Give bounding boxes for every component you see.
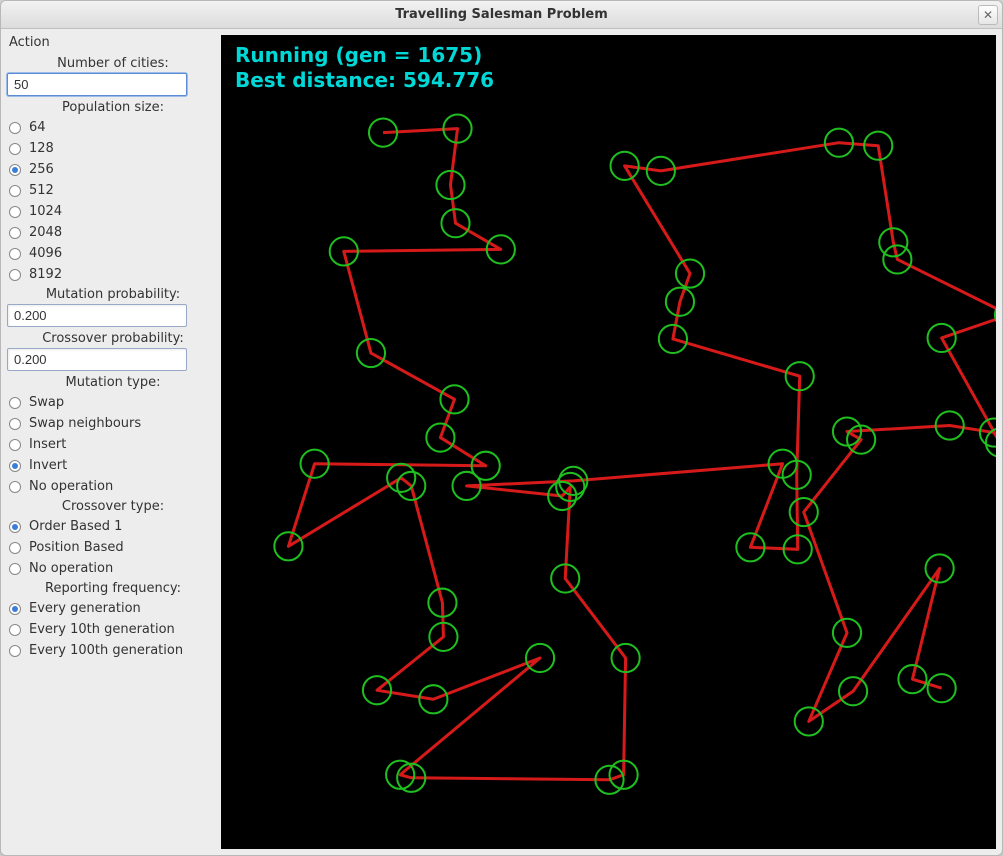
- content-area: Action Number of cities: Population size…: [1, 29, 1002, 855]
- pop-option-label: 64: [29, 120, 46, 135]
- menu-action[interactable]: Action: [7, 33, 219, 54]
- mut-type-invert[interactable]: Invert: [7, 455, 219, 476]
- radio-icon: [9, 418, 21, 430]
- cross-type-order-based-1[interactable]: Order Based 1: [7, 516, 219, 537]
- pop-option-2048[interactable]: 2048: [7, 222, 219, 243]
- radio-icon: [9, 481, 21, 493]
- population-size-group: 64 128 256 512 1024 2048 4096 8192: [7, 117, 219, 285]
- radio-icon: [9, 227, 21, 239]
- cross-type-label: No operation: [29, 561, 113, 576]
- app-window: Travelling Salesman Problem ✕ Action Num…: [0, 0, 1003, 856]
- window-title: Travelling Salesman Problem: [395, 7, 608, 22]
- radio-icon: [9, 521, 21, 533]
- status-line1: Running (gen = 1675): [235, 43, 482, 67]
- radio-icon: [9, 269, 21, 281]
- pop-option-1024[interactable]: 1024: [7, 201, 219, 222]
- report-option-every-10th-generation[interactable]: Every 10th generation: [7, 619, 219, 640]
- radio-icon: [9, 439, 21, 451]
- mut-type-insert[interactable]: Insert: [7, 434, 219, 455]
- radio-icon: [9, 122, 21, 134]
- status-line2: Best distance: 594.776: [235, 68, 494, 92]
- pop-option-label: 1024: [29, 204, 62, 219]
- num-cities-input[interactable]: [7, 73, 187, 96]
- mut-type-swap-neighbours[interactable]: Swap neighbours: [7, 413, 219, 434]
- radio-icon: [9, 206, 21, 218]
- mut-type-swap[interactable]: Swap: [7, 392, 219, 413]
- crossover-type-group: Order Based 1 Position Based No operation: [7, 516, 219, 579]
- mut-type-label: Insert: [29, 437, 66, 452]
- pop-option-label: 256: [29, 162, 54, 177]
- report-option-every-100th-generation[interactable]: Every 100th generation: [7, 640, 219, 661]
- titlebar: Travelling Salesman Problem ✕: [1, 1, 1002, 29]
- pop-option-label: 128: [29, 141, 54, 156]
- pop-option-4096[interactable]: 4096: [7, 243, 219, 264]
- label-pop-size: Population size:: [7, 98, 219, 117]
- radio-icon: [9, 542, 21, 554]
- status-text: Running (gen = 1675) Best distance: 594.…: [235, 43, 494, 93]
- tsp-canvas: Running (gen = 1675) Best distance: 594.…: [221, 35, 996, 849]
- pop-option-label: 4096: [29, 246, 62, 261]
- radio-icon: [9, 624, 21, 636]
- label-mut-type: Mutation type:: [7, 373, 219, 392]
- mutation-prob-input[interactable]: [7, 304, 187, 327]
- radio-icon: [9, 143, 21, 155]
- pop-option-label: 512: [29, 183, 54, 198]
- cross-type-label: Position Based: [29, 540, 124, 555]
- radio-icon: [9, 645, 21, 657]
- pop-option-128[interactable]: 128: [7, 138, 219, 159]
- report-option-every-generation[interactable]: Every generation: [7, 598, 219, 619]
- radio-icon: [9, 460, 21, 472]
- cross-type-label: Order Based 1: [29, 519, 122, 534]
- mut-type-label: Swap: [29, 395, 64, 410]
- report-freq-group: Every generation Every 10th generation Eve…: [7, 598, 219, 661]
- label-cross-prob: Crossover probability:: [7, 329, 219, 348]
- radio-icon: [9, 563, 21, 575]
- pop-option-64[interactable]: 64: [7, 117, 219, 138]
- cross-type-no-operation[interactable]: No operation: [7, 558, 219, 579]
- label-cross-type: Crossover type:: [7, 497, 219, 516]
- tsp-svg: [221, 35, 996, 850]
- label-report-freq: Reporting frequency:: [7, 579, 219, 598]
- pop-option-256[interactable]: 256: [7, 159, 219, 180]
- crossover-prob-input[interactable]: [7, 348, 187, 371]
- pop-option-512[interactable]: 512: [7, 180, 219, 201]
- report-option-label: Every 10th generation: [29, 622, 175, 637]
- mut-type-label: Swap neighbours: [29, 416, 141, 431]
- report-option-label: Every generation: [29, 601, 141, 616]
- pop-option-label: 2048: [29, 225, 62, 240]
- radio-icon: [9, 185, 21, 197]
- radio-icon: [9, 397, 21, 409]
- label-num-cities: Number of cities:: [7, 54, 219, 73]
- label-mut-prob: Mutation probability:: [7, 285, 219, 304]
- mut-type-label: Invert: [29, 458, 67, 473]
- mutation-type-group: Swap Swap neighbours Insert Invert No operat…: [7, 392, 219, 497]
- mut-type-no-operation[interactable]: No operation: [7, 476, 219, 497]
- pop-option-8192[interactable]: 8192: [7, 264, 219, 285]
- radio-icon: [9, 164, 21, 176]
- sidebar: Action Number of cities: Population size…: [1, 29, 221, 855]
- cross-type-position-based[interactable]: Position Based: [7, 537, 219, 558]
- pop-option-label: 8192: [29, 267, 62, 282]
- mut-type-label: No operation: [29, 479, 113, 494]
- radio-icon: [9, 603, 21, 615]
- radio-icon: [9, 248, 21, 260]
- report-option-label: Every 100th generation: [29, 643, 183, 658]
- close-icon[interactable]: ✕: [978, 5, 998, 25]
